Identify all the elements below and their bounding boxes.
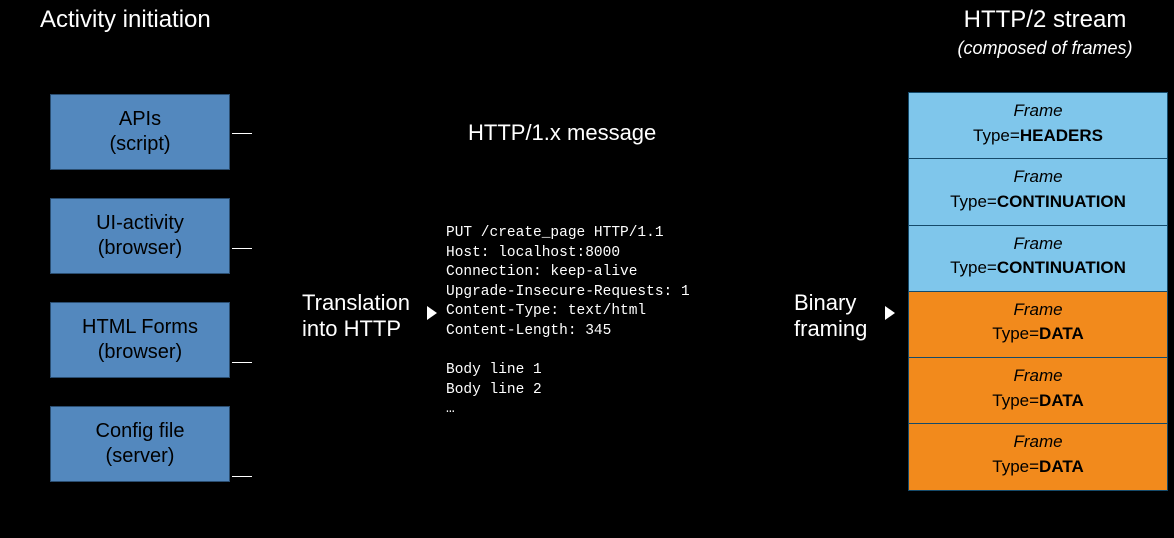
translation-label: Translation into HTTP — [302, 290, 410, 343]
activity-box-apis: APIs (script) — [50, 94, 230, 170]
box-line1: UI-activity — [96, 212, 184, 234]
arrow-right-icon — [885, 306, 895, 320]
box-line1: HTML Forms — [82, 316, 198, 338]
right-column-title: HTTP/2 stream — [915, 6, 1174, 34]
frame-data: Frame Type=DATA — [909, 358, 1167, 424]
connector-line — [232, 476, 252, 477]
connector-line — [232, 248, 252, 249]
frame-type: Type=DATA — [992, 324, 1084, 343]
box-line2: (script) — [109, 133, 170, 155]
box-line1: APIs — [119, 108, 161, 130]
activity-box-config: Config file (server) — [50, 406, 230, 482]
frame-label: Frame — [909, 232, 1167, 257]
frame-data: Frame Type=DATA — [909, 424, 1167, 489]
frame-type: Type=CONTINUATION — [950, 192, 1126, 211]
frame-label: Frame — [909, 298, 1167, 323]
box-line2: (browser) — [98, 237, 182, 259]
box-line2: (server) — [106, 445, 175, 467]
arrow-right-icon — [427, 306, 437, 320]
translation-line2: into HTTP — [302, 316, 401, 341]
frame-continuation: Frame Type=CONTINUATION — [909, 159, 1167, 225]
binary-framing-label: Binary framing — [794, 290, 867, 343]
frame-label: Frame — [909, 364, 1167, 389]
activity-box-ui: UI-activity (browser) — [50, 198, 230, 274]
frame-label: Frame — [909, 430, 1167, 455]
frame-type: Type=DATA — [992, 457, 1084, 476]
activity-box-forms: HTML Forms (browser) — [50, 302, 230, 378]
frame-label: Frame — [909, 99, 1167, 124]
activity-boxes: APIs (script) UI-activity (browser) HTML… — [50, 94, 230, 482]
left-column-title: Activity initiation — [40, 6, 211, 34]
translation-line1: Translation — [302, 290, 410, 315]
http-message-title: HTTP/1.x message — [468, 120, 656, 146]
frame-type: Type=CONTINUATION — [950, 258, 1126, 277]
right-column-subtitle: (composed of frames) — [915, 38, 1174, 59]
frame-type: Type=HEADERS — [973, 126, 1103, 145]
box-line2: (browser) — [98, 341, 182, 363]
connector-line — [232, 362, 252, 363]
http-raw-message: PUT /create_page HTTP/1.1 Host: localhos… — [446, 224, 690, 420]
box-line1: Config file — [96, 420, 185, 442]
binary-line2: framing — [794, 316, 867, 341]
frame-data: Frame Type=DATA — [909, 292, 1167, 358]
frame-label: Frame — [909, 165, 1167, 190]
connector-line — [232, 133, 252, 134]
http2-frames: Frame Type=HEADERS Frame Type=CONTINUATI… — [908, 92, 1168, 491]
frame-headers: Frame Type=HEADERS — [909, 93, 1167, 159]
binary-line1: Binary — [794, 290, 856, 315]
frame-type: Type=DATA — [992, 391, 1084, 410]
frame-continuation: Frame Type=CONTINUATION — [909, 226, 1167, 292]
